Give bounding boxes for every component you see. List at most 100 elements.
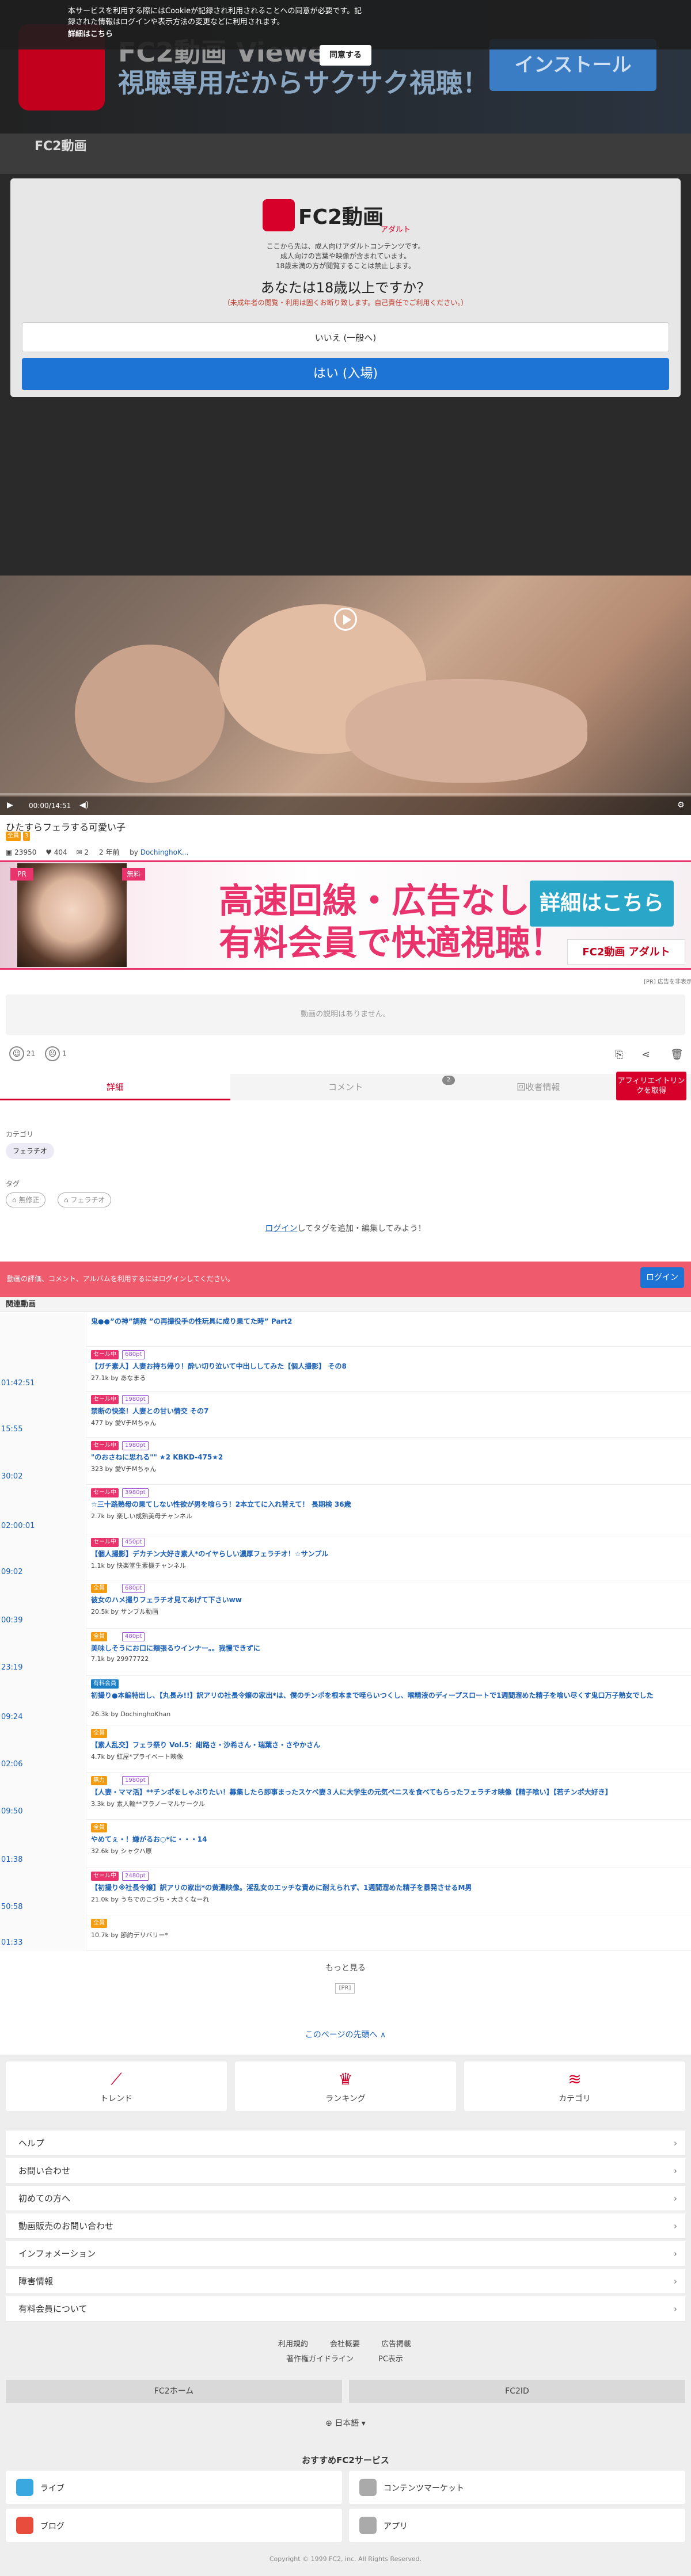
nav-ranking[interactable]: ♛ ランキング <box>235 2061 456 2111</box>
ad-details-button[interactable]: 詳細はこちら <box>530 881 674 927</box>
related-title[interactable]: ☆三十路熟母の果てしない性欲が男を喰らう！2本立てに入れ替えて！ 長期検 36歳 <box>91 1500 684 1509</box>
tag-text: フェラチオ <box>70 1196 105 1204</box>
nav-trend[interactable]: ⟋ トレンド <box>6 2061 227 2111</box>
language-selector[interactable]: ⊕ 日本語 ▾ <box>0 2417 691 2429</box>
footer-link-pc[interactable]: PC表示 <box>378 2353 403 2364</box>
age-question: あなたは18歳以上ですか？ <box>260 280 431 296</box>
site-logo[interactable]: FC2動画 <box>35 136 86 154</box>
related-badge: 全員 <box>91 1729 107 1738</box>
fc2-home-button[interactable]: FC2ホーム <box>6 2380 342 2403</box>
footer-link-company[interactable]: 会社概要 <box>330 2338 360 2349</box>
footer-link-label: 有料会員について <box>18 2304 88 2314</box>
footer-link[interactable]: インフォメーション › <box>6 2241 685 2266</box>
related-title[interactable]: 【ガチ素人】人妻お持ち帰り！酔い切り泣いて中出ししてみた【個人撮影】 その8 <box>91 1362 684 1371</box>
related-title[interactable]: 彼女のハメ撮りフェラチオ見てあげて下さいww <box>91 1595 684 1605</box>
service-live[interactable]: ライブ <box>6 2471 342 2504</box>
audience-badge: 全員 <box>6 832 21 841</box>
tab-album[interactable]: 回收者情報 <box>461 1074 616 1100</box>
age-note: （未成年者の閲覧・利用は固くお断り致します。自己責任でご利用ください。） <box>223 299 468 307</box>
tag-login-link[interactable]: ログイン <box>265 1224 297 1233</box>
chevron-right-icon: › <box>674 2304 677 2314</box>
footer-link[interactable]: 有料会員について › <box>6 2296 685 2322</box>
cookie-agree-button[interactable]: 同意する <box>320 45 371 66</box>
related-title[interactable]: 【人妻・ママ活】**チンポをしゃぶりたい！募集したら即事まったスケベ妻３人に大学… <box>91 1788 684 1797</box>
category-icon: ≋ <box>568 2070 582 2089</box>
settings-gear-icon[interactable]: ⚙ <box>677 801 685 810</box>
footer-link[interactable]: ヘルプ › <box>6 2131 685 2156</box>
bad-reaction[interactable]: ☹ 1 <box>45 1046 66 1065</box>
footer-link-copyright[interactable]: 著作権ガイドライン <box>286 2353 354 2364</box>
report-icon[interactable]: ⎘ <box>615 1049 623 1061</box>
related-meta: 2.7k by 楽しい成熟美母チャンネル <box>91 1512 193 1520</box>
post-age: 2 年前 <box>98 848 120 856</box>
control-play-icon[interactable]: ▶ <box>7 801 13 810</box>
service-market[interactable]: コンテンツマーケット <box>349 2471 685 2504</box>
affiliate-button[interactable]: アフィリエイトリンクを取得 <box>616 1072 686 1100</box>
time-display: 00:00/14:51 <box>29 802 71 810</box>
ad-free-badge: 無料 <box>122 868 145 881</box>
footer-link-ads[interactable]: 広告掲載 <box>381 2338 411 2349</box>
tag-chip[interactable]: ⌂ フェラチオ <box>58 1192 112 1207</box>
category-chip[interactable]: フェラチオ <box>6 1143 55 1159</box>
tab-detail[interactable]: 詳細 <box>0 1074 230 1100</box>
login-button[interactable]: ログイン <box>640 1267 684 1288</box>
bad-count: 1 <box>62 1049 67 1058</box>
related-title[interactable]: 初撮り●本編特出し、【丸長み!!】訳アリの社長令嬢の家出*は、僕のチンポを根本ま… <box>91 1691 684 1700</box>
footer-link[interactable]: 初めての方へ › <box>6 2186 685 2211</box>
modal-line: 18歳未満の方が閲覧することは禁止します。 <box>275 262 416 270</box>
comment-count-badge: 2 <box>442 1076 455 1085</box>
more-link[interactable]: もっと見る <box>0 1962 691 1973</box>
fc2id-button[interactable]: FC2ID <box>349 2380 685 2403</box>
related-meta: 7.1k by 29977722 <box>91 1655 149 1663</box>
related-title[interactable]: 禁断の快楽！人妻との甘い情交 その7 <box>91 1407 684 1416</box>
service-app[interactable]: アプリ <box>349 2509 685 2542</box>
tab-comment[interactable]: コメント <box>230 1074 461 1100</box>
progress-bar[interactable] <box>0 793 691 795</box>
page-root: FC2動画 Viewer 視聴専用だからサクサク視聴！ インストール 本サービス… <box>0 0 691 2576</box>
by-label: by <box>130 848 138 856</box>
related-title[interactable]: 鬼●●”の神”調教 ”の再撮役手の性玩具に成り果てた時” Part2 <box>91 1317 684 1326</box>
related-title[interactable]: "のおさねに思れる"" ★2 KBKD-475★2 <box>91 1453 684 1462</box>
chevron-right-icon: › <box>674 2249 677 2259</box>
related-title[interactable]: やめてぇ・！嫌がるお○*に・・・14 <box>91 1835 684 1844</box>
related-title[interactable]: 美味しそうにお口に頬張るウインナー。。我慢できずに <box>91 1644 684 1653</box>
related-title[interactable]: 【素人乱交】フェラ祭り Vol.5：紺路さ・沙希さん・瑞葉さ・さやかさん <box>91 1740 684 1750</box>
age-no-button[interactable]: いいえ (一般へ) <box>22 322 669 352</box>
related-thumbnail[interactable] <box>0 1313 86 1347</box>
login-prompt-text: 動画の評価、コメント、アルバムを利用するにはログインしてください。 <box>7 1275 234 1283</box>
related-meta: 32.6k by シャクハ原 <box>91 1847 152 1855</box>
trash-icon[interactable]: 🗑 <box>670 1049 684 1061</box>
footer-link[interactable]: 動画販売のお問い合わせ › <box>6 2213 685 2239</box>
chevron-right-icon: › <box>674 2193 677 2204</box>
page-top-link[interactable]: このページの先頭へ ∧ <box>0 2029 691 2040</box>
service-blog[interactable]: ブログ <box>6 2509 342 2542</box>
related-duration: 01:38 <box>1 1855 23 1864</box>
related-title[interactable]: 【個人撮影】デカチン大好き素人*のイヤらしい濃厚フェラチオ！☆サンプル <box>91 1549 684 1558</box>
comments-icon: ✉ <box>69 848 82 856</box>
tag-chip[interactable]: ⌂ 無修正 <box>6 1192 46 1207</box>
frown-icon: ☹ <box>45 1046 60 1061</box>
footer-link[interactable]: 障害情報 › <box>6 2269 685 2294</box>
age-yes-button[interactable]: はい (入場) <box>22 358 669 390</box>
cookie-text: 本サービスを利用する際にはCookieが記録され利用されることへの同意が必要です… <box>68 7 362 26</box>
hide-ads-link[interactable]: [PR] 広告を非表示 <box>644 977 691 985</box>
related-duration: 01:33 <box>1 1938 23 1947</box>
related-badge: セール中 <box>91 1538 119 1547</box>
play-icon[interactable] <box>334 608 357 631</box>
related-meta: 3.3k by 素人輪**プラノーマルサークル <box>91 1800 205 1808</box>
related-duration: 02:06 <box>1 1760 23 1769</box>
footer-link[interactable]: お問い合わせ › <box>6 2158 685 2183</box>
cookie-details-link[interactable]: 詳細はこちら <box>68 28 113 39</box>
author-link[interactable]: DochinghoK... <box>141 848 189 856</box>
related-title[interactable]: 【初撮り※社長令嬢】訳アリの家出*の黄濃映像。淫乱女のエッチな責めに耐えられず、… <box>91 1883 684 1892</box>
related-meta: 477 by 愛VチMちゃん <box>91 1419 157 1427</box>
nav-label: ランキング <box>325 2094 366 2104</box>
video-description: 動画の説明はありません。 <box>6 994 685 1035</box>
volume-icon[interactable]: ◀) <box>79 801 89 810</box>
related-duration: 30:02 <box>1 1472 23 1481</box>
good-reaction[interactable]: ☺ 21 <box>9 1046 35 1065</box>
share-icon[interactable]: ⋖ <box>641 1049 650 1061</box>
nav-category[interactable]: ≋ カテゴリ <box>464 2061 685 2111</box>
footer-link-terms[interactable]: 利用規約 <box>278 2338 308 2349</box>
ad-fc2-logo: FC2動画 アダルト <box>567 939 685 965</box>
